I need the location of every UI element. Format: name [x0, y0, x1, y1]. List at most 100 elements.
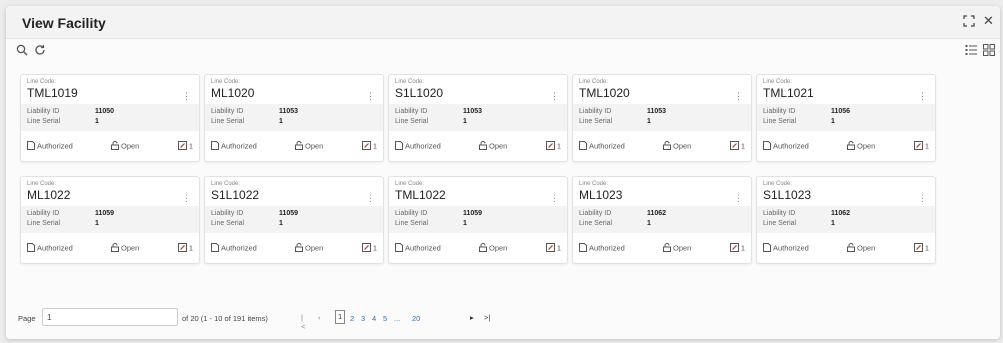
- next-page-icon[interactable]: ▸: [470, 313, 474, 322]
- line-code-value: ML1020: [211, 86, 255, 100]
- edit-count-value: 1: [556, 141, 561, 151]
- unlock-icon: [479, 243, 487, 254]
- edit-count[interactable]: 1: [913, 141, 929, 152]
- page-link-2[interactable]: 2: [350, 314, 354, 323]
- liability-id-label: Liability ID: [763, 210, 796, 217]
- liability-id-value: 11059: [279, 210, 299, 217]
- last-page-icon[interactable]: >|: [484, 313, 490, 322]
- edit-icon: [545, 243, 555, 254]
- more-options-icon[interactable]: ⋮: [550, 193, 559, 204]
- page-link-4[interactable]: 4: [372, 314, 376, 323]
- more-options-icon[interactable]: ⋮: [366, 193, 375, 204]
- refresh-icon[interactable]: [34, 43, 48, 57]
- document-icon: [211, 243, 219, 254]
- line-serial-value: 1: [463, 220, 467, 227]
- authorized-status: Authorized: [763, 243, 809, 254]
- edit-count-value: 1: [556, 243, 561, 253]
- line-serial-value: 1: [647, 220, 651, 227]
- more-options-icon[interactable]: ⋮: [550, 91, 559, 102]
- card-footer: Authorized Open 1: [205, 131, 383, 161]
- liability-id-value: 11059: [95, 210, 115, 217]
- open-status: Open: [479, 141, 507, 152]
- edit-count[interactable]: 1: [729, 141, 745, 152]
- open-status: Open: [847, 141, 875, 152]
- liability-id-value: 11062: [647, 210, 667, 217]
- facility-card[interactable]: Line Code: TML1019 ⋮ Liability ID 11050 …: [20, 74, 200, 162]
- edit-count[interactable]: 1: [361, 141, 377, 152]
- edit-icon: [913, 243, 923, 254]
- card-footer: Authorized Open 1: [573, 131, 751, 161]
- grid-view-icon[interactable]: [983, 43, 997, 57]
- facility-card[interactable]: Line Code: ML1020 ⋮ Liability ID 11053 L…: [204, 74, 384, 162]
- search-icon[interactable]: [16, 43, 30, 57]
- more-options-icon[interactable]: ⋮: [734, 193, 743, 204]
- close-icon[interactable]: ✕: [983, 14, 994, 28]
- liability-id-label: Liability ID: [579, 210, 612, 217]
- edit-count[interactable]: 1: [361, 243, 377, 254]
- more-options-icon[interactable]: ⋮: [182, 91, 191, 102]
- page-number-input[interactable]: [42, 308, 178, 326]
- more-options-icon[interactable]: ⋮: [918, 193, 927, 204]
- open-status: Open: [295, 141, 323, 152]
- document-icon: [27, 141, 35, 152]
- unlock-icon: [111, 141, 119, 152]
- edit-icon: [545, 141, 555, 152]
- liability-id-value: 11053: [279, 108, 299, 115]
- prev-page-icon[interactable]: ‹: [318, 313, 321, 322]
- edit-count[interactable]: 1: [177, 243, 193, 254]
- edit-count-value: 1: [372, 243, 377, 253]
- card-footer: Authorized Open 1: [757, 233, 935, 263]
- authorized-status: Authorized: [763, 141, 809, 152]
- edit-count[interactable]: 1: [913, 243, 929, 254]
- more-options-icon[interactable]: ⋮: [366, 91, 375, 102]
- line-serial-label: Line Serial: [579, 118, 613, 125]
- facility-card[interactable]: Line Code: S1L1022 ⋮ Liability ID 11059 …: [204, 176, 384, 264]
- authorized-status: Authorized: [27, 141, 73, 152]
- facility-card[interactable]: Line Code: S1L1023 ⋮ Liability ID 11062 …: [756, 176, 936, 264]
- edit-count-value: 1: [740, 141, 745, 151]
- edit-icon: [913, 141, 923, 152]
- edit-count[interactable]: 1: [729, 243, 745, 254]
- line-code-label: Line Code:: [211, 181, 241, 187]
- facility-card[interactable]: Line Code: TML1022 ⋮ Liability ID 11059 …: [388, 176, 568, 264]
- unlock-icon: [847, 141, 855, 152]
- card-details: Liability ID 11059 Line Serial 1: [21, 206, 199, 233]
- open-status: Open: [479, 243, 507, 254]
- list-view-icon[interactable]: [965, 43, 979, 57]
- facility-card[interactable]: Line Code: ML1022 ⋮ Liability ID 11059 L…: [20, 176, 200, 264]
- document-icon: [27, 243, 35, 254]
- edit-count[interactable]: 1: [177, 141, 193, 152]
- unlock-icon: [479, 141, 487, 152]
- open-label: Open: [857, 141, 876, 151]
- card-details: Liability ID 11059 Line Serial 1: [205, 206, 383, 233]
- line-code-label: Line Code:: [27, 79, 57, 85]
- facility-card[interactable]: Line Code: ML1023 ⋮ Liability ID 11062 L…: [572, 176, 752, 264]
- line-serial-label: Line Serial: [395, 220, 429, 227]
- facility-card[interactable]: Line Code: TML1020 ⋮ Liability ID 11053 …: [572, 74, 752, 162]
- facility-card[interactable]: Line Code: TML1021 ⋮ Liability ID 11056 …: [756, 74, 936, 162]
- maximize-icon[interactable]: [963, 15, 975, 30]
- document-icon: [579, 243, 587, 254]
- page-link-20[interactable]: 20: [412, 314, 420, 323]
- line-serial-label: Line Serial: [395, 118, 429, 125]
- page-link-3[interactable]: 3: [361, 314, 365, 323]
- page-link-5[interactable]: 5: [383, 314, 387, 323]
- line-code-label: Line Code:: [211, 79, 241, 85]
- view-facility-window: View Facility ✕ Line Code: TML1019 ⋮ Lia…: [6, 6, 1000, 339]
- more-options-icon[interactable]: ⋮: [182, 193, 191, 204]
- liability-id-label: Liability ID: [579, 108, 612, 115]
- first-page-icon[interactable]: |<: [301, 313, 305, 331]
- more-options-icon[interactable]: ⋮: [734, 91, 743, 102]
- edit-count[interactable]: 1: [545, 243, 561, 254]
- liability-id-label: Liability ID: [395, 210, 428, 217]
- more-options-icon[interactable]: ⋮: [918, 91, 927, 102]
- page-link-1[interactable]: 1: [335, 310, 346, 324]
- card-footer: Authorized Open 1: [21, 233, 199, 263]
- liability-id-label: Liability ID: [395, 108, 428, 115]
- edit-icon: [177, 141, 187, 152]
- line-code-label: Line Code:: [27, 181, 57, 187]
- facility-card[interactable]: Line Code: S1L1020 ⋮ Liability ID 11053 …: [388, 74, 568, 162]
- line-code-value: S1L1020: [395, 86, 444, 100]
- window-title: View Facility: [22, 15, 106, 31]
- edit-count[interactable]: 1: [545, 141, 561, 152]
